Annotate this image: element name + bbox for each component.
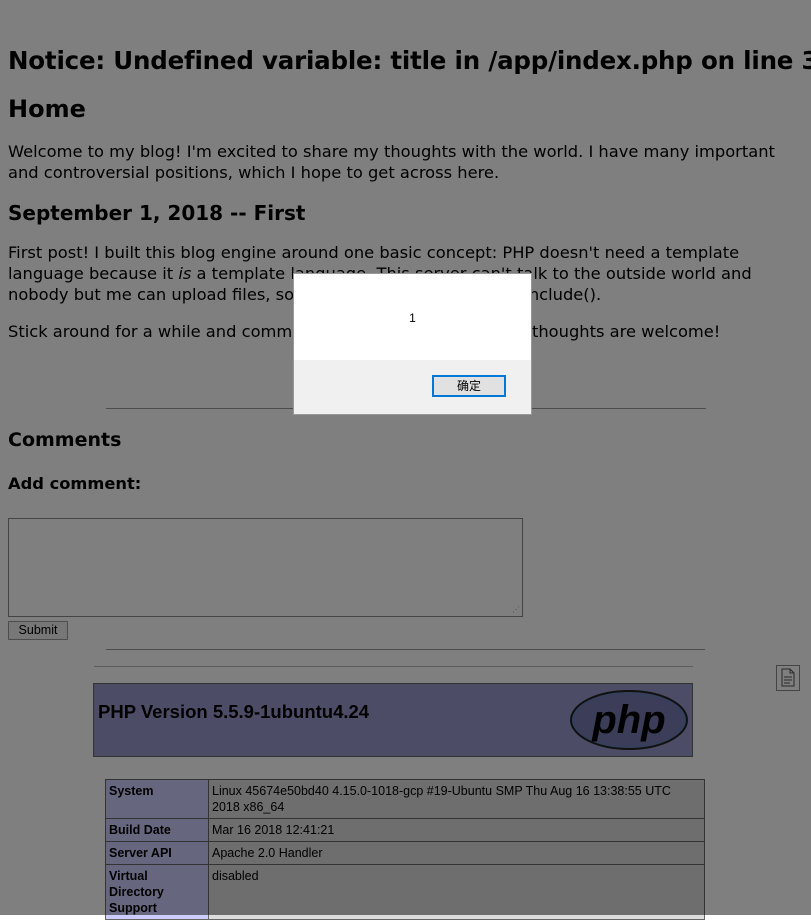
modal-overlay xyxy=(0,0,811,915)
ok-button[interactable]: 确定 xyxy=(432,375,506,397)
alert-body: 1 xyxy=(294,274,531,360)
alert-message: 1 xyxy=(409,311,416,325)
page: Notice: Undefined variable: title in /ap… xyxy=(0,0,811,920)
alert-dialog: 1 确定 xyxy=(293,273,532,415)
